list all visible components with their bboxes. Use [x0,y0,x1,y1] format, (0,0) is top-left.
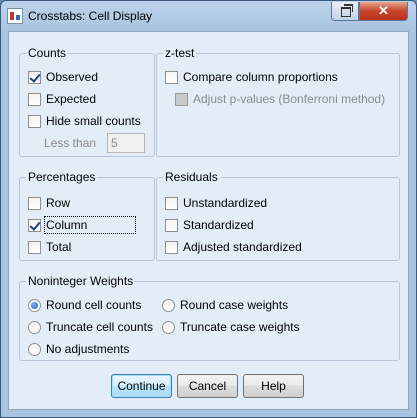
unstandardized-checkbox[interactable] [165,196,178,210]
round-cell-counts-radio[interactable] [28,298,41,312]
observed-option[interactable]: Observed [28,70,98,84]
less-than-label: Less than [44,136,97,150]
cancel-button[interactable]: Cancel [177,374,238,398]
hide-small-counts-option[interactable]: Hide small counts [28,114,141,128]
adjusted-standardized-option[interactable]: Adjusted standardized [165,240,302,254]
standardized-option[interactable]: Standardized [165,218,254,232]
restore-button[interactable] [331,2,359,21]
adjust-p-values-checkbox[interactable] [175,92,188,106]
no-adjustments-label: No adjustments [46,342,130,356]
compare-column-proportions-option[interactable]: Compare column proportions [165,70,338,84]
ztest-legend: z-test [163,46,197,60]
unstandardized-label: Unstandardized [183,196,268,210]
standardized-checkbox[interactable] [165,218,178,232]
adjust-p-values-label: Adjust p-values (Bonferroni method) [193,92,386,106]
less-than-input[interactable] [107,133,145,153]
ztest-group: z-test Compare column proportions Adjust… [156,46,400,157]
counts-group: Counts Observed Expected Hide small coun… [19,46,155,157]
noninteger-weights-legend: Noninteger Weights [26,274,136,288]
percentages-legend: Percentages [26,170,98,184]
no-adjustments-radio[interactable] [28,342,41,356]
truncate-cell-counts-option[interactable]: Truncate cell counts [28,320,153,334]
adjust-p-values-option[interactable]: Adjust p-values (Bonferroni method) [175,92,385,106]
unstandardized-option[interactable]: Unstandardized [165,196,267,210]
residuals-legend: Residuals [163,170,220,184]
counts-legend: Counts [26,46,69,60]
expected-label: Expected [46,92,97,106]
help-button[interactable]: Help [243,374,304,398]
continue-button[interactable]: Continue [111,374,172,398]
truncate-case-weights-option[interactable]: Truncate case weights [162,320,300,334]
adjusted-standardized-label: Adjusted standardized [183,240,302,254]
percentages-group: Percentages Row Column Total [19,170,155,261]
expected-option[interactable]: Expected [28,92,96,106]
round-case-weights-radio[interactable] [162,298,175,312]
round-case-weights-label: Round case weights [180,298,289,312]
compare-column-proportions-checkbox[interactable] [165,70,178,84]
truncate-case-weights-label: Truncate case weights [180,320,300,334]
column-percent-option[interactable]: Column [28,216,136,234]
column-percent-label: Column [44,216,136,234]
row-percent-option[interactable]: Row [28,196,70,210]
title-bar[interactable]: Crosstabs: Cell Display ✕ [1,1,416,31]
close-icon: ✕ [378,3,389,18]
close-button[interactable]: ✕ [359,2,408,21]
expected-checkbox[interactable] [28,92,41,106]
observed-checkbox[interactable] [28,70,41,84]
row-percent-label: Row [46,196,71,210]
adjusted-standardized-checkbox[interactable] [165,240,178,254]
compare-column-proportions-label: Compare column proportions [183,70,338,84]
restore-icon [341,4,353,17]
dialog-window: Crosstabs: Cell Display ✕ Counts Observe… [0,0,417,418]
total-percent-label: Total [46,240,72,254]
column-percent-checkbox[interactable] [28,218,41,232]
total-percent-option[interactable]: Total [28,240,71,254]
truncate-cell-counts-radio[interactable] [28,320,41,334]
residuals-group: Residuals Unstandardized Standardized Ad… [156,170,400,261]
round-case-weights-option[interactable]: Round case weights [162,298,288,312]
window-title: Crosstabs: Cell Display [28,9,153,23]
total-percent-checkbox[interactable] [28,240,41,254]
truncate-case-weights-radio[interactable] [162,320,175,334]
noninteger-weights-group: Noninteger Weights Round cell counts Rou… [19,274,400,361]
standardized-label: Standardized [183,218,254,232]
truncate-cell-counts-label: Truncate cell counts [46,320,153,334]
round-cell-counts-label: Round cell counts [46,298,142,312]
dialog-client: Counts Observed Expected Hide small coun… [8,31,409,410]
app-icon [7,8,23,24]
hide-small-counts-checkbox[interactable] [28,114,41,128]
hide-small-counts-label: Hide small counts [46,114,141,128]
no-adjustments-option[interactable]: No adjustments [28,342,129,356]
row-percent-checkbox[interactable] [28,196,41,210]
observed-label: Observed [46,70,99,84]
round-cell-counts-option[interactable]: Round cell counts [28,298,141,312]
